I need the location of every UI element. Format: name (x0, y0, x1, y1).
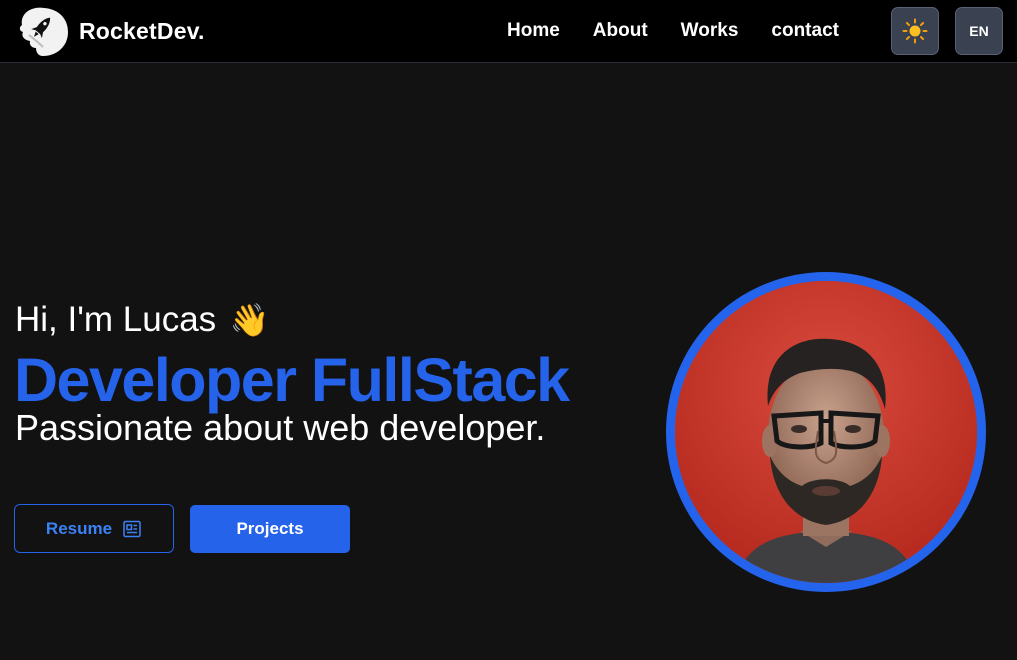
newspaper-icon (123, 520, 141, 537)
rocket-logo-icon (19, 7, 68, 57)
greeting-text: Hi, I'm Lucas (15, 300, 217, 339)
theme-toggle-button[interactable] (891, 7, 939, 55)
navbar: RocketDev. Home About Works contact EN (0, 0, 1017, 63)
brand-name: RocketDev. (79, 17, 205, 44)
profile-photo (675, 281, 977, 583)
resume-button-label: Resume (45, 518, 113, 538)
nav-link-about[interactable]: About (593, 20, 648, 42)
waving-hand-icon: 👋 (229, 302, 270, 338)
brand-logo-link[interactable]: RocketDev. (14, 3, 205, 59)
language-button[interactable]: EN (955, 7, 1003, 55)
resume-button[interactable]: Resume (14, 504, 174, 553)
main-nav: Home About Works contact (507, 0, 839, 62)
profile-avatar (666, 272, 986, 592)
hero-role-title: Developer FullStack (14, 346, 570, 414)
sun-icon (902, 18, 928, 44)
nav-link-contact[interactable]: contact (771, 20, 839, 42)
nav-link-home[interactable]: Home (507, 20, 560, 42)
hero-tagline: Passionate about web developer. (15, 407, 546, 448)
hero-greeting: Hi, I'm Lucas 👋 (15, 300, 270, 340)
nav-link-works[interactable]: Works (681, 20, 739, 42)
projects-button[interactable]: Projects (190, 505, 350, 553)
